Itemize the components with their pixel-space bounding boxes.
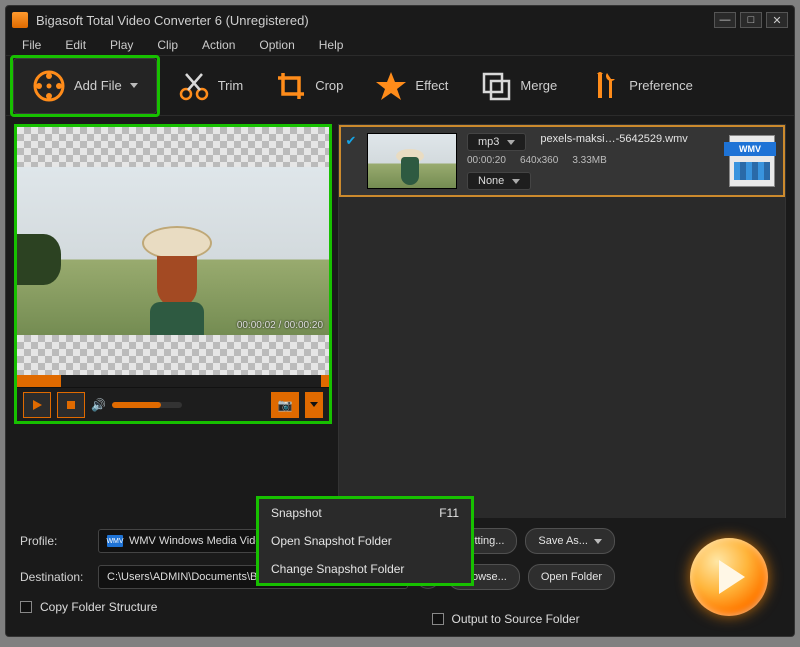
profile-label: Profile: bbox=[20, 534, 90, 548]
file-size: 3.33MB bbox=[572, 155, 606, 166]
menu-open-snapshot-folder[interactable]: Open Snapshot Folder bbox=[259, 527, 471, 555]
menu-help[interactable]: Help bbox=[307, 38, 356, 52]
camera-icon: 📷 bbox=[278, 398, 293, 412]
reel-icon bbox=[32, 69, 66, 103]
profile-format-icon: WMV bbox=[107, 535, 123, 547]
preview-time: 00:00:02 / 00:00:20 bbox=[237, 320, 323, 331]
speaker-icon: 🔊 bbox=[91, 398, 106, 412]
file-duration: 00:00:20 bbox=[467, 155, 506, 166]
menu-edit[interactable]: Edit bbox=[53, 38, 98, 52]
crop-button[interactable]: Crop bbox=[261, 64, 357, 108]
app-icon bbox=[12, 12, 28, 28]
preference-button[interactable]: Preference bbox=[575, 64, 707, 108]
snapshot-button[interactable]: 📷 bbox=[271, 392, 299, 418]
file-checkbox[interactable]: ✔ bbox=[341, 127, 361, 195]
maximize-button[interactable]: □ bbox=[740, 12, 762, 28]
highlight-addfile: Add File bbox=[10, 55, 160, 117]
chevron-down-icon bbox=[130, 83, 138, 88]
scissors-icon bbox=[178, 70, 210, 102]
format-value: mp3 bbox=[478, 136, 499, 148]
close-button[interactable]: ✕ bbox=[766, 12, 788, 28]
snapshot-menu: Snapshot F11 Open Snapshot Folder Change… bbox=[256, 496, 474, 586]
open-folder-button[interactable]: Open Folder bbox=[528, 564, 615, 590]
effect-label: Effect bbox=[415, 78, 448, 93]
trim-label: Trim bbox=[218, 78, 244, 93]
copy-folder-row[interactable]: Copy Folder Structure bbox=[20, 600, 780, 614]
menu-action[interactable]: Action bbox=[190, 38, 247, 52]
volume-slider[interactable] bbox=[112, 402, 182, 408]
volume-control[interactable]: 🔊 bbox=[91, 398, 182, 412]
play-button[interactable] bbox=[23, 392, 51, 418]
effect-button[interactable]: Effect bbox=[361, 64, 462, 108]
preview-panel: 00:00:02 / 00:00:20 🔊 📷 bbox=[14, 124, 332, 424]
chevron-down-icon bbox=[507, 140, 515, 145]
preview-frame: 00:00:02 / 00:00:20 bbox=[17, 167, 329, 335]
chevron-down-icon bbox=[512, 179, 520, 184]
menu-change-snapshot-folder[interactable]: Change Snapshot Folder bbox=[259, 555, 471, 583]
copy-folder-checkbox[interactable] bbox=[20, 601, 32, 613]
menu-file[interactable]: File bbox=[10, 38, 53, 52]
save-as-button[interactable]: Save As... bbox=[525, 528, 615, 554]
convert-button[interactable] bbox=[690, 538, 768, 616]
checker-top bbox=[17, 127, 329, 167]
crop-icon bbox=[275, 70, 307, 102]
window-title: Bigasoft Total Video Converter 6 (Unregi… bbox=[36, 13, 710, 28]
preference-label: Preference bbox=[629, 78, 693, 93]
file-name: pexels-maksi…-5642529.wmv bbox=[540, 133, 687, 145]
menu-clip[interactable]: Clip bbox=[145, 38, 190, 52]
snapshot-dropdown[interactable] bbox=[305, 392, 323, 418]
file-row[interactable]: ✔ mp3 pexels-maksi…-5642529.wmv 00:00:20 bbox=[339, 125, 785, 197]
subtitle-value: None bbox=[478, 175, 504, 187]
menu-snapshot-shortcut: F11 bbox=[439, 506, 459, 520]
file-type-icon: WMV bbox=[721, 127, 783, 195]
chevron-down-icon bbox=[310, 402, 318, 407]
bottom-panel: Snapshot F11 Open Snapshot Folder Change… bbox=[6, 518, 794, 636]
menu-snapshot-label: Snapshot bbox=[271, 506, 322, 520]
file-info: mp3 pexels-maksi…-5642529.wmv 00:00:20 6… bbox=[463, 127, 721, 195]
output-source-row[interactable]: Output to Source Folder bbox=[432, 612, 580, 626]
menu-snapshot[interactable]: Snapshot F11 bbox=[259, 499, 471, 527]
seek-bar[interactable] bbox=[17, 375, 329, 387]
menu-option[interactable]: Option bbox=[247, 38, 306, 52]
merge-icon bbox=[480, 70, 512, 102]
merge-button[interactable]: Merge bbox=[466, 64, 571, 108]
preview-controls: 🔊 📷 bbox=[17, 387, 329, 421]
wmv-badge: WMV bbox=[724, 142, 776, 156]
app-window: Bigasoft Total Video Converter 6 (Unregi… bbox=[5, 5, 795, 637]
menu-play[interactable]: Play bbox=[98, 38, 145, 52]
minimize-button[interactable]: — bbox=[714, 12, 736, 28]
output-source-checkbox[interactable] bbox=[432, 613, 444, 625]
format-select[interactable]: mp3 bbox=[467, 133, 526, 151]
body-area: 00:00:02 / 00:00:20 🔊 📷 bbox=[6, 116, 794, 528]
file-list: ✔ mp3 pexels-maksi…-5642529.wmv 00:00:20 bbox=[338, 124, 786, 522]
chevron-down-icon bbox=[594, 539, 602, 544]
add-file-button[interactable]: Add File bbox=[13, 58, 157, 114]
file-thumbnail bbox=[367, 133, 457, 189]
checker-bottom bbox=[17, 335, 329, 375]
destination-label: Destination: bbox=[20, 570, 90, 584]
tools-icon bbox=[589, 70, 621, 102]
subtitle-select[interactable]: None bbox=[467, 172, 531, 190]
file-resolution: 640x360 bbox=[520, 155, 558, 166]
stop-button[interactable] bbox=[57, 392, 85, 418]
output-source-label: Output to Source Folder bbox=[452, 612, 580, 626]
copy-folder-label: Copy Folder Structure bbox=[40, 600, 157, 614]
titlebar: Bigasoft Total Video Converter 6 (Unregi… bbox=[6, 6, 794, 34]
add-file-label: Add File bbox=[74, 78, 122, 93]
toolbar: Add File Trim Crop Effect bbox=[6, 56, 794, 116]
crop-label: Crop bbox=[315, 78, 343, 93]
menubar: File Edit Play Clip Action Option Help bbox=[6, 34, 794, 56]
trim-button[interactable]: Trim bbox=[164, 64, 258, 108]
star-icon bbox=[375, 70, 407, 102]
merge-label: Merge bbox=[520, 78, 557, 93]
destination-value: C:\Users\ADMIN\Documents\B bbox=[107, 571, 257, 583]
profile-value: WMV Windows Media Vide bbox=[129, 535, 261, 547]
